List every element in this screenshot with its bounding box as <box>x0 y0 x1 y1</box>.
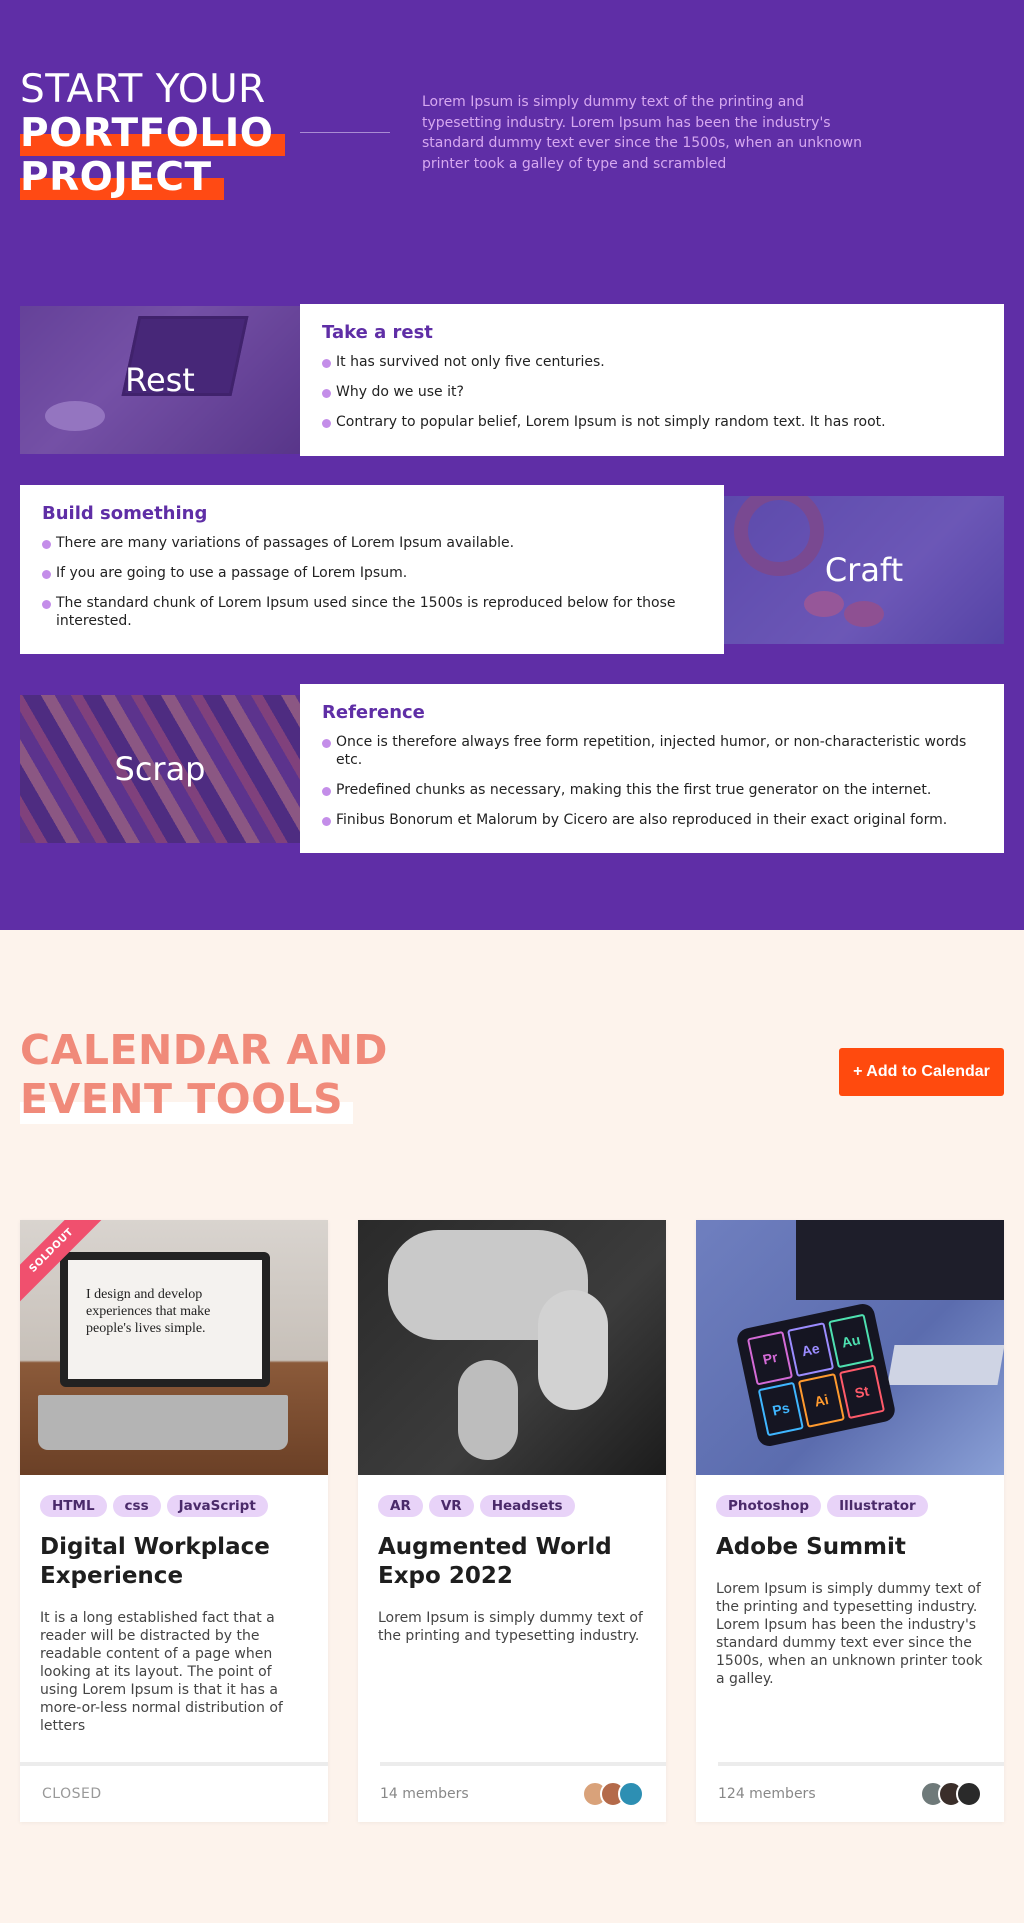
tablet-app-grid: Pr Ae Au Ps Ai St <box>735 1301 897 1449</box>
list-item: Predefined chunks as necessary, making t… <box>322 781 982 799</box>
event-image: I design and develop experiences that ma… <box>20 1220 328 1475</box>
feature-row-scrap: Scrap Reference Once is therefore always… <box>20 684 1004 853</box>
laptop-keyboard <box>38 1395 288 1450</box>
feature-image-scrap[interactable]: Scrap <box>20 695 300 843</box>
hero-title-line3: PROJECT <box>20 156 224 200</box>
feature-image-label: Rest <box>125 361 195 399</box>
list-item: Why do we use it? <box>322 383 982 401</box>
feature-list: Once is therefore always free form repet… <box>322 733 982 829</box>
feature-card-craft: Build something There are many variation… <box>20 485 724 654</box>
list-item: Once is therefore always free form repet… <box>322 733 982 769</box>
member-count: 124 members <box>718 1786 816 1802</box>
tag-list: AR VR Headsets <box>378 1495 646 1517</box>
portfolio-section: START YOUR PORTFOLIO PROJECT Lorem Ipsum… <box>0 0 1024 930</box>
calendar-section: CALENDAR AND EVENT TOOLS + Add to Calend… <box>0 930 1024 1923</box>
list-item: If you are going to use a passage of Lor… <box>42 564 702 582</box>
feature-row-rest: Rest Take a rest It has survived not onl… <box>20 304 1004 456</box>
status-closed: CLOSED <box>42 1786 102 1802</box>
calendar-title-line2: EVENT TOOLS <box>20 1075 354 1124</box>
tag[interactable]: AR <box>378 1495 423 1517</box>
list-item: Finibus Bonorum et Malorum by Cicero are… <box>322 811 982 829</box>
avatar-group[interactable] <box>920 1781 982 1807</box>
feature-title: Take a rest <box>322 322 433 343</box>
list-item: The standard chunk of Lorem Ipsum used s… <box>42 594 702 630</box>
tag[interactable]: JavaScript <box>166 1495 268 1517</box>
tag-list: Photoshop Illustrator <box>716 1495 984 1517</box>
calendar-title-line1: CALENDAR AND <box>20 1026 388 1074</box>
avatar <box>618 1781 644 1807</box>
event-card-adobe-summit[interactable]: Pr Ae Au Ps Ai St Photoshop Illustrator … <box>696 1220 1004 1822</box>
feature-card-reference: Reference Once is therefore always free … <box>300 684 1004 853</box>
hero: START YOUR PORTFOLIO PROJECT Lorem Ipsum… <box>0 0 1024 304</box>
avatar-group[interactable] <box>582 1781 644 1807</box>
feature-list: There are many variations of passages of… <box>42 534 702 630</box>
list-item: Contrary to popular belief, Lorem Ipsum … <box>322 413 982 431</box>
feature-row-craft: Build something There are many variation… <box>20 485 1004 654</box>
hero-title-line2: PORTFOLIO <box>20 112 286 156</box>
event-description: It is a long established fact that a rea… <box>40 1610 283 1734</box>
feature-card-rest: Take a rest It has survived not only fiv… <box>300 304 1004 456</box>
list-item: There are many variations of passages of… <box>42 534 702 552</box>
hero-title: START YOUR PORTFOLIO PROJECT <box>20 67 286 200</box>
event-description: Lorem Ipsum is simply dummy text of the … <box>716 1581 983 1687</box>
event-image: Pr Ae Au Ps Ai St <box>696 1220 1004 1475</box>
feature-title: Build something <box>42 503 208 524</box>
tag-list: HTML css JavaScript <box>40 1495 308 1517</box>
add-to-calendar-button[interactable]: + Add to Calendar <box>839 1048 1004 1096</box>
event-card-ar-expo[interactable]: AR VR Headsets Augmented World Expo 2022… <box>358 1220 666 1822</box>
tag[interactable]: VR <box>428 1495 474 1517</box>
event-title[interactable]: Adobe Summit <box>716 1533 984 1562</box>
event-title[interactable]: Digital Workplace Experience <box>40 1533 308 1591</box>
avatar <box>956 1781 982 1807</box>
list-item: It has survived not only five centuries. <box>322 353 982 371</box>
laptop-screen: I design and develop experiences that ma… <box>60 1252 270 1387</box>
event-image <box>358 1220 666 1475</box>
screen-text: I design and develop experiences that ma… <box>86 1287 211 1336</box>
feature-title: Reference <box>322 702 425 723</box>
feature-list: It has survived not only five centuries.… <box>322 353 982 431</box>
feature-image-craft[interactable]: Craft <box>724 496 1004 644</box>
event-title[interactable]: Augmented World Expo 2022 <box>378 1533 646 1591</box>
event-footer: 14 members <box>380 1762 666 1822</box>
hero-divider <box>300 132 390 133</box>
event-description: Lorem Ipsum is simply dummy text of the … <box>378 1610 643 1644</box>
tag[interactable]: HTML <box>40 1495 107 1517</box>
event-footer: 124 members <box>718 1762 1004 1822</box>
tag[interactable]: Illustrator <box>827 1495 928 1517</box>
event-footer: CLOSED <box>20 1762 328 1822</box>
hero-description: Lorem Ipsum is simply dummy text of the … <box>422 94 862 172</box>
tag[interactable]: css <box>112 1495 161 1517</box>
tag[interactable]: Photoshop <box>716 1495 822 1517</box>
event-card-digital-workplace[interactable]: I design and develop experiences that ma… <box>20 1220 328 1822</box>
feature-image-label: Scrap <box>114 750 206 788</box>
feature-image-label: Craft <box>824 551 904 589</box>
feature-image-rest[interactable]: Rest <box>20 306 300 454</box>
tag[interactable]: Headsets <box>479 1495 575 1517</box>
member-count: 14 members <box>380 1786 469 1802</box>
calendar-title: CALENDAR AND EVENT TOOLS <box>20 1026 388 1124</box>
hero-title-line1: START YOUR <box>20 67 266 112</box>
